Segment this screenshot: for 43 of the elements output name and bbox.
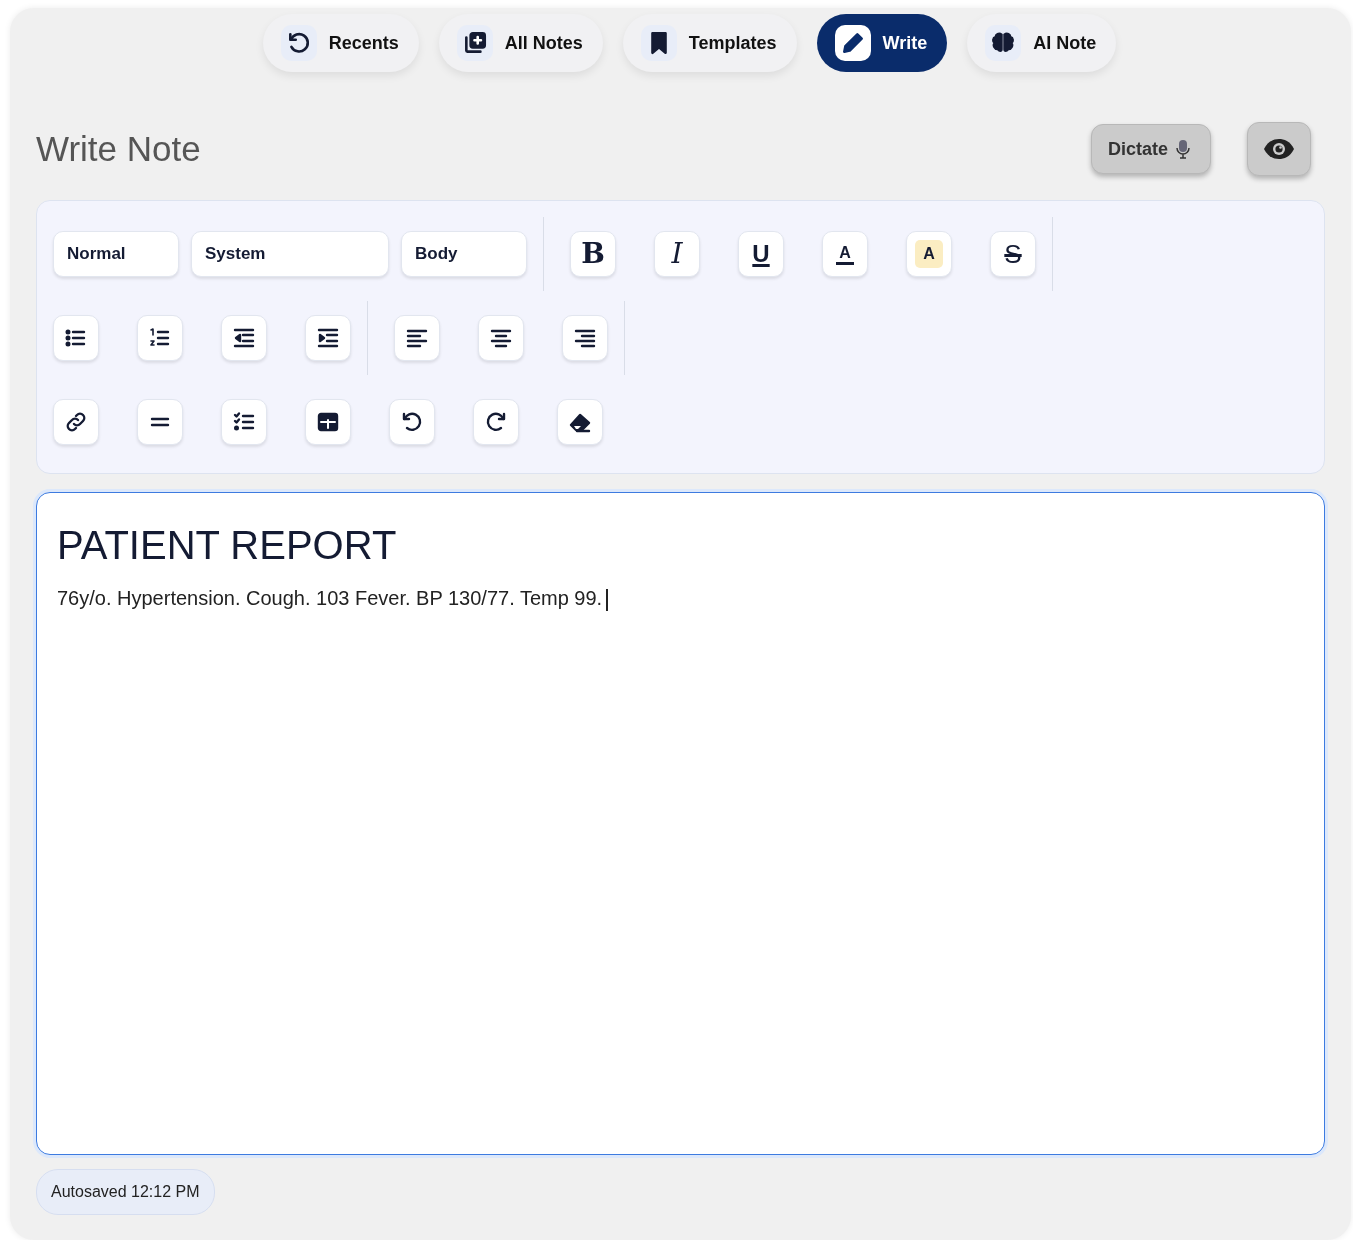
undo-button[interactable] xyxy=(389,399,435,445)
align-right-button[interactable] xyxy=(562,315,608,361)
checklist-button[interactable] xyxy=(221,399,267,445)
editor-area[interactable]: PATIENT REPORT 76y/o. Hypertension. Cough. 103 Fever. BP 130/77. Temp 99. xyxy=(36,492,1325,1155)
table-icon xyxy=(316,410,340,434)
underline-button[interactable]: U xyxy=(738,231,784,277)
bullet-list-button[interactable] xyxy=(53,315,99,361)
nav-tab[interactable]: AI Note xyxy=(967,14,1117,72)
note-heading: PATIENT REPORT xyxy=(57,522,398,569)
link-icon xyxy=(64,410,88,434)
italic-button[interactable]: I xyxy=(654,231,700,277)
strikethrough-button[interactable]: S xyxy=(990,231,1036,277)
nav-tab[interactable]: Write xyxy=(816,14,948,72)
nav-tab[interactable]: Recents xyxy=(262,14,419,72)
style-dropdown[interactable]: System xyxy=(191,231,389,277)
autosave-status: Autosaved 12:12 PM xyxy=(36,1169,215,1215)
table-button[interactable] xyxy=(305,399,351,445)
eraser-button[interactable] xyxy=(557,399,603,445)
indent-icon xyxy=(316,326,340,350)
align-left-button[interactable] xyxy=(394,315,440,361)
note-text: 76y/o. Hypertension. Cough. 103 Fever. BP 130/77. Temp 99. xyxy=(57,583,1304,613)
outdent-button[interactable] xyxy=(221,315,267,361)
nav-tab[interactable]: All Notes xyxy=(438,14,603,72)
numbered-list-button[interactable] xyxy=(137,315,183,361)
indent-button[interactable] xyxy=(305,315,351,361)
microphone-icon xyxy=(1176,139,1191,159)
redo-button[interactable] xyxy=(473,399,519,445)
text-color-button[interactable]: A xyxy=(822,231,868,277)
link-button[interactable] xyxy=(53,399,99,445)
preview-button[interactable] xyxy=(1247,122,1311,176)
style-dropdown[interactable]: Body xyxy=(401,231,527,277)
redo-icon xyxy=(484,410,508,434)
highlight-button[interactable]: A xyxy=(906,231,952,277)
bold-button[interactable]: B xyxy=(570,231,616,277)
dictate-button[interactable]: Dictate xyxy=(1091,124,1211,174)
page-title: Write Note xyxy=(36,127,201,170)
equals-button[interactable] xyxy=(137,399,183,445)
eye-icon xyxy=(1263,138,1295,160)
outdent-icon xyxy=(232,326,256,350)
undo-icon xyxy=(400,410,424,434)
nav-tab[interactable]: Templates xyxy=(622,14,797,72)
style-dropdown[interactable]: Normal xyxy=(53,231,179,277)
align-center-button[interactable] xyxy=(478,315,524,361)
